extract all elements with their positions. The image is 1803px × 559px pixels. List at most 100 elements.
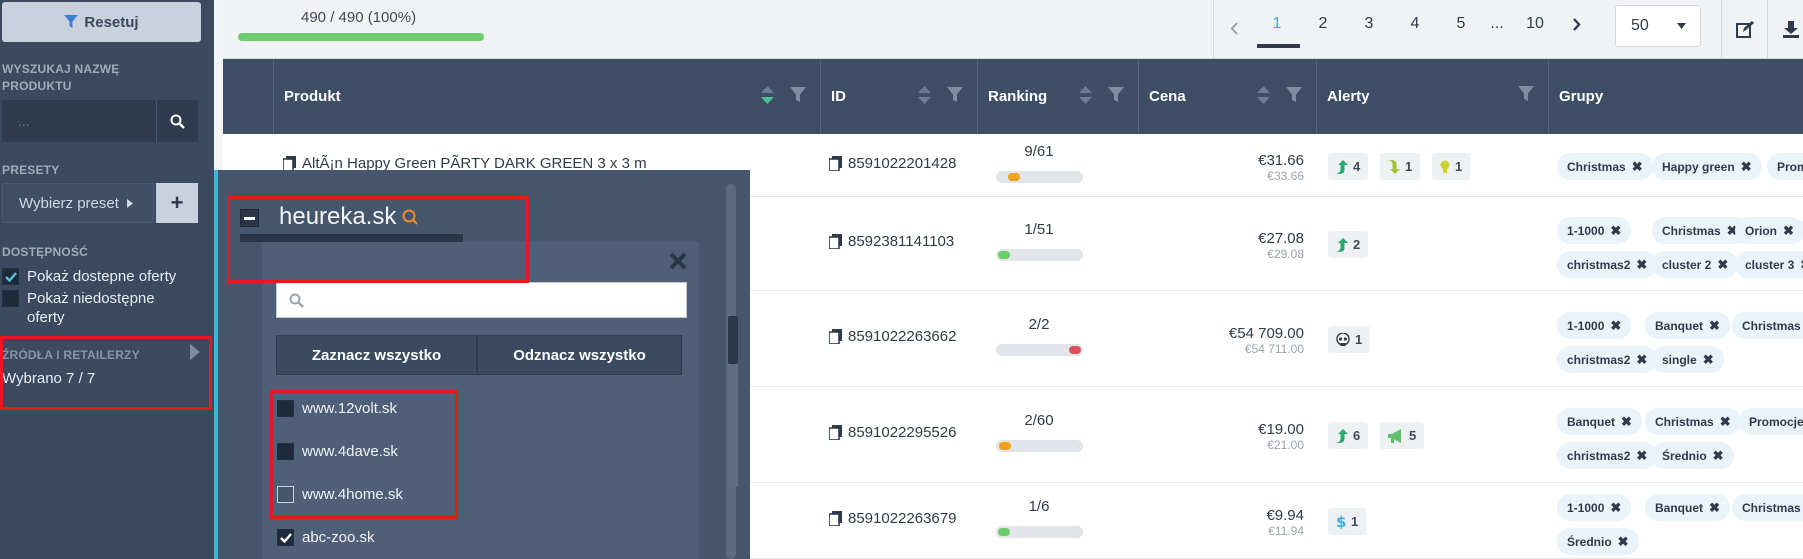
product-id[interactable]: 8591022295526 xyxy=(829,424,956,441)
filter-icon[interactable] xyxy=(947,87,963,103)
remove-tag-icon[interactable]: ✖ xyxy=(1610,223,1621,239)
column-header-price[interactable]: Cena xyxy=(1138,59,1316,134)
group-tag[interactable]: 1-1000 ✖ xyxy=(1557,494,1632,521)
product-id[interactable]: 8591022263679 xyxy=(829,510,956,527)
sort-icon[interactable] xyxy=(918,86,931,104)
group-tag[interactable]: Christmas ✖ xyxy=(1732,494,1803,521)
show-available-checkbox[interactable] xyxy=(2,268,19,285)
page-link[interactable]: 3 xyxy=(1346,0,1392,59)
group-tag[interactable]: Christmas ✖ xyxy=(1557,153,1653,180)
alert-badge[interactable]: 1 xyxy=(1432,153,1471,180)
show-unavailable-option[interactable]: Pokaż niedostępne oferty xyxy=(2,289,182,327)
page-link[interactable]: 1 xyxy=(1254,0,1300,59)
select-all-button[interactable]: Zaznacz wszystko xyxy=(276,335,477,375)
group-tag[interactable]: christmas2 ✖ xyxy=(1557,442,1658,469)
product-id[interactable]: 8592381141103 xyxy=(829,233,954,250)
copy-icon[interactable] xyxy=(829,425,842,440)
remove-tag-icon[interactable]: ✖ xyxy=(1713,448,1724,464)
filter-icon[interactable] xyxy=(1518,86,1534,102)
alert-badge[interactable]: 1 xyxy=(1328,326,1371,353)
remove-tag-icon[interactable]: ✖ xyxy=(1610,318,1621,334)
group-tag[interactable]: 1-1000 ✖ xyxy=(1557,217,1632,244)
next-page-icon[interactable] xyxy=(1560,0,1594,59)
show-available-option[interactable]: Pokaż dostepne oferty xyxy=(2,267,176,286)
add-preset-button[interactable]: + xyxy=(156,183,198,223)
per-page-select[interactable]: 50 xyxy=(1615,5,1701,47)
remove-tag-icon[interactable]: ✖ xyxy=(1783,223,1794,239)
page-link[interactable]: 2 xyxy=(1300,0,1346,59)
remove-tag-icon[interactable]: ✖ xyxy=(1636,352,1647,368)
page-link[interactable]: 4 xyxy=(1392,0,1438,59)
copy-icon[interactable] xyxy=(283,156,296,171)
group-tag[interactable]: Średnio ✖ xyxy=(1557,528,1639,555)
alert-badge[interactable]: 6 xyxy=(1328,422,1369,449)
remove-tag-icon[interactable]: ✖ xyxy=(1632,159,1643,175)
group-tag[interactable]: Christmas ✖ xyxy=(1652,217,1748,244)
deselect-all-button[interactable]: Odznacz wszystko xyxy=(477,335,682,375)
remove-tag-icon[interactable]: ✖ xyxy=(1636,448,1647,464)
column-header-groups[interactable]: Grupy xyxy=(1548,59,1803,134)
group-tag[interactable]: Orion ✖ xyxy=(1735,217,1803,244)
group-tag[interactable]: 1-1000 ✖ xyxy=(1557,312,1632,339)
filter-icon[interactable] xyxy=(1286,87,1302,103)
remove-tag-icon[interactable]: ✖ xyxy=(1717,257,1728,273)
group-tag[interactable]: Promocje ✖ xyxy=(1739,408,1803,435)
group-tag[interactable]: Christmas ✖ xyxy=(1645,408,1741,435)
alert-badge[interactable]: 4 xyxy=(1328,153,1369,180)
column-header-alerts[interactable]: Alerty xyxy=(1316,59,1548,134)
preset-select[interactable]: Wybierz preset xyxy=(2,183,154,223)
search-button[interactable] xyxy=(156,100,198,142)
remove-tag-icon[interactable]: ✖ xyxy=(1621,414,1632,430)
copy-icon[interactable] xyxy=(829,329,842,344)
group-tag[interactable]: Christmas ✖ xyxy=(1732,312,1803,339)
filter-icon[interactable] xyxy=(1108,87,1124,103)
remove-tag-icon[interactable]: ✖ xyxy=(1636,257,1647,273)
remove-tag-icon[interactable]: ✖ xyxy=(1709,318,1720,334)
source-search-input[interactable] xyxy=(276,282,687,318)
sort-icon[interactable] xyxy=(1079,86,1092,104)
remove-tag-icon[interactable]: ✖ xyxy=(1610,500,1621,516)
source-list-item[interactable]: abc-zoo.sk xyxy=(277,528,375,546)
copy-icon[interactable] xyxy=(829,511,842,526)
edit-button[interactable] xyxy=(1721,0,1767,59)
product-id[interactable]: 8591022201428 xyxy=(829,155,956,172)
column-header-id[interactable]: ID xyxy=(820,59,977,134)
group-tag[interactable]: Promocje ✖ xyxy=(1767,153,1803,180)
column-header-product[interactable]: Produkt xyxy=(273,59,820,134)
close-icon[interactable] xyxy=(669,252,687,270)
group-tag[interactable]: cluster 2 ✖ xyxy=(1652,251,1739,278)
copy-icon[interactable] xyxy=(829,234,842,249)
source-list-scrollbar-thumb[interactable] xyxy=(728,316,738,364)
product-id[interactable]: 8591022263662 xyxy=(829,328,956,345)
group-tag[interactable]: cluster 3 ✖ xyxy=(1735,251,1803,278)
group-tag[interactable]: christmas2 ✖ xyxy=(1557,251,1658,278)
alert-badge[interactable]: $ 1 xyxy=(1328,508,1367,535)
group-tag[interactable]: Średnio ✖ xyxy=(1652,442,1734,469)
remove-tag-icon[interactable]: ✖ xyxy=(1703,352,1714,368)
remove-tag-icon[interactable]: ✖ xyxy=(1709,500,1720,516)
group-tag[interactable]: single ✖ xyxy=(1652,346,1724,373)
group-tag[interactable]: Banquet ✖ xyxy=(1645,312,1730,339)
copy-icon[interactable] xyxy=(829,156,842,171)
alert-badge[interactable]: 5 xyxy=(1380,422,1425,449)
page-link[interactable]: 5 xyxy=(1438,0,1484,59)
source-checkbox[interactable] xyxy=(277,529,294,546)
alert-badge[interactable]: 2 xyxy=(1328,231,1369,258)
group-tag[interactable]: Banquet ✖ xyxy=(1645,494,1730,521)
group-tag[interactable]: Happy green ✖ xyxy=(1652,153,1762,180)
remove-tag-icon[interactable]: ✖ xyxy=(1720,414,1731,430)
download-button[interactable] xyxy=(1767,0,1803,59)
sort-icon[interactable] xyxy=(761,86,774,104)
reset-button[interactable]: Resetuj xyxy=(2,2,201,42)
prev-page-icon[interactable] xyxy=(1214,0,1254,59)
page-link[interactable]: 10 xyxy=(1510,0,1560,59)
remove-tag-icon[interactable]: ✖ xyxy=(1741,159,1752,175)
sort-icon[interactable] xyxy=(1257,86,1270,104)
group-tag[interactable]: Banquet ✖ xyxy=(1557,408,1642,435)
group-tag[interactable]: christmas2 ✖ xyxy=(1557,346,1658,373)
alert-badge[interactable]: 1 xyxy=(1380,153,1421,180)
show-unavailable-checkbox[interactable] xyxy=(2,290,19,307)
page-link[interactable]: ... xyxy=(1484,0,1510,59)
remove-tag-icon[interactable]: ✖ xyxy=(1618,534,1629,550)
filter-icon[interactable] xyxy=(790,87,806,103)
